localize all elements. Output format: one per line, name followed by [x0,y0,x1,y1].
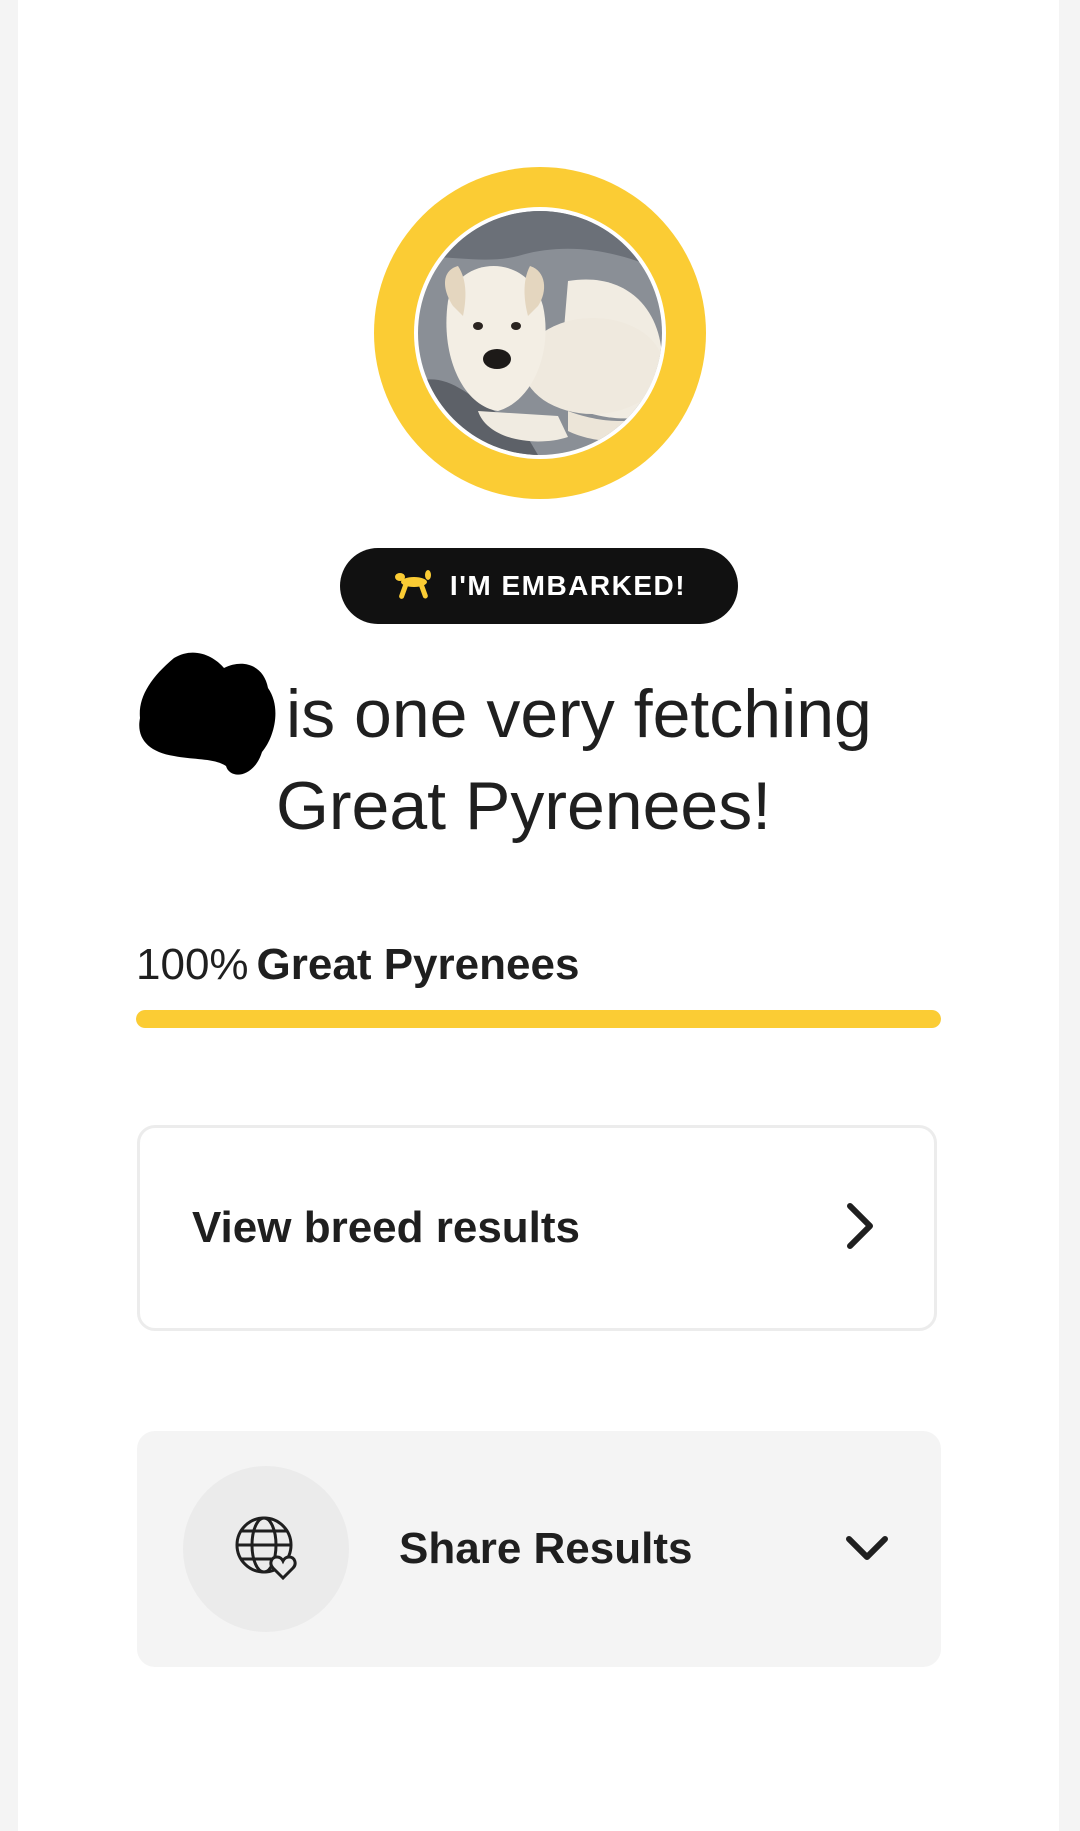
dog-avatar [418,211,662,455]
view-breed-results-label: View breed results [192,1203,581,1252]
view-breed-results-button[interactable]: View breed results [137,1125,937,1331]
dog-photo [418,211,662,455]
breed-percent-label: 100% [136,940,249,989]
share-results-label: Share Results [399,1524,693,1573]
redaction-mark [139,652,276,775]
share-results-panel[interactable]: Share Results [137,1431,941,1667]
headline-line-1: is one very fetching [286,676,872,752]
breed-percentage: 100% Great Pyrenees [136,940,579,990]
badge-label: I'M EMBARKED! [449,570,687,601]
breed-name: Great Pyrenees [256,940,580,989]
embarked-badge: I'M EMBARKED! [340,548,738,624]
globe-heart-icon [233,1514,299,1585]
balloon-dog-icon [392,569,436,603]
share-icon-circle [183,1466,349,1632]
breed-progress-fill [136,1010,941,1028]
headline-line-2: Great Pyrenees! [276,768,772,844]
breed-progress-bar [136,1010,941,1028]
chevron-right-icon [842,1200,878,1257]
chevron-down-icon [843,1531,891,1568]
